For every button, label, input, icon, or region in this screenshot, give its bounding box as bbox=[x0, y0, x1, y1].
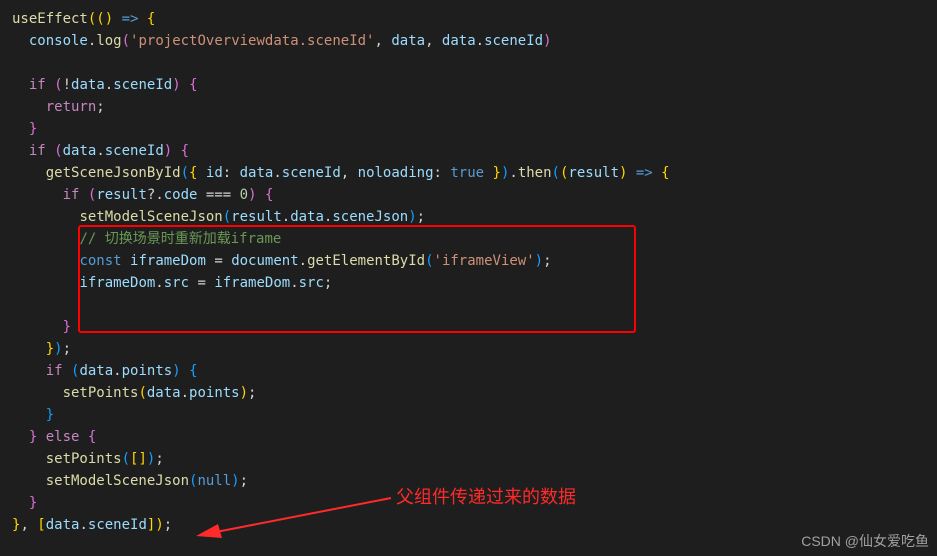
log-string: 'projectOverviewdata.sceneId' bbox=[130, 33, 374, 49]
annotation-label: 父组件传递过来的数据 bbox=[396, 486, 576, 508]
comment-line: // 切换场景时重新加载iframe bbox=[79, 231, 281, 247]
iframe-id-string: 'iframeView' bbox=[434, 253, 535, 269]
watermark: CSDN @仙女爱吃鱼 bbox=[801, 530, 929, 552]
code-block: useEffect(() => { console.log('projectOv… bbox=[12, 8, 937, 536]
